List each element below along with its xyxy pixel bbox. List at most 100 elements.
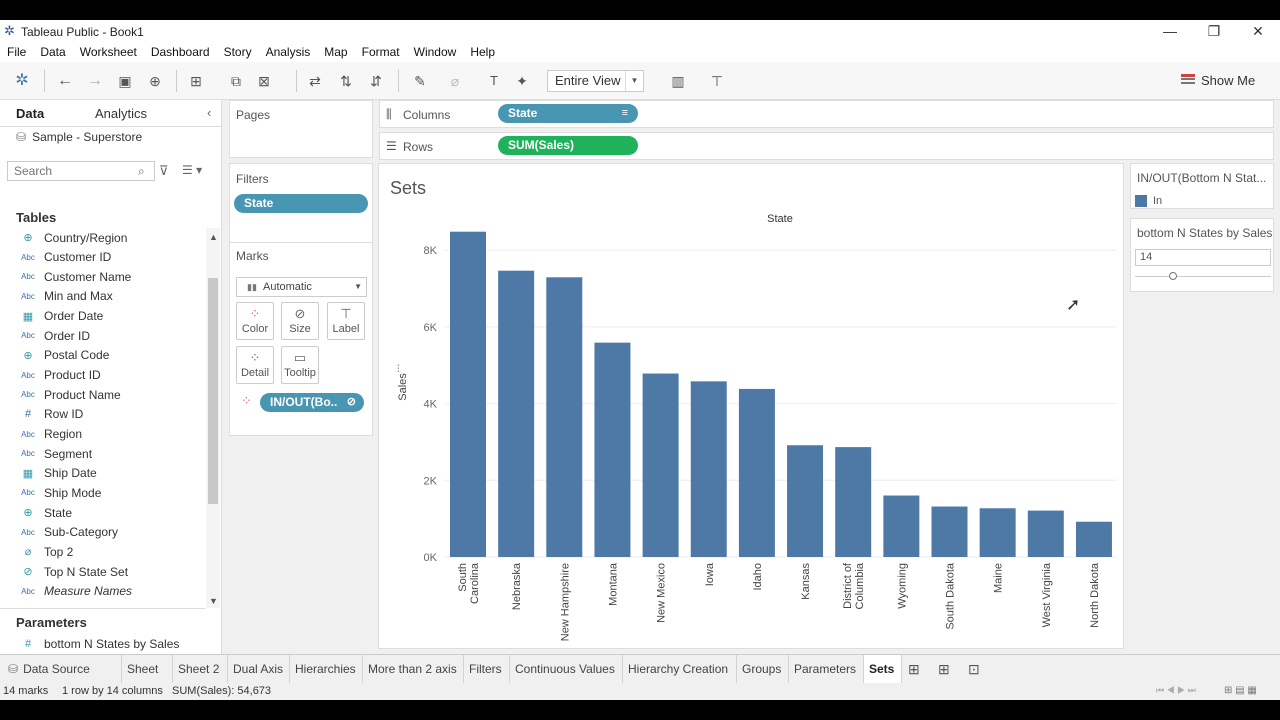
label-button[interactable]: ⊤ Label	[327, 302, 365, 340]
bar[interactable]	[931, 506, 968, 557]
parameter-slider-handle[interactable]	[1169, 272, 1177, 280]
sheet-tab[interactable]: Groups	[737, 655, 789, 684]
show-me-button[interactable]: Show Me	[1181, 70, 1271, 92]
field-item[interactable]: ⊘ Top N State Set	[18, 562, 128, 581]
parameter-slider-track[interactable]	[1135, 276, 1271, 277]
menu-format[interactable]: Format	[362, 45, 400, 59]
sort-descending-icon[interactable]: ⇵	[366, 71, 386, 91]
data-source-item[interactable]: ⛁ Sample - Superstore	[16, 130, 142, 144]
field-item[interactable]: Abc Customer Name	[18, 267, 131, 286]
bar[interactable]	[594, 342, 631, 557]
field-item[interactable]: Abc Sub-Category	[18, 523, 118, 542]
new-data-source-icon[interactable]: ⊕	[145, 71, 165, 91]
tableau-home-icon[interactable]: ✲	[12, 71, 32, 91]
sheet-tab[interactable]: Parameters	[789, 655, 864, 684]
mark-type-dropdown[interactable]: ▮▮ Automatic ▼	[236, 277, 367, 297]
save-icon[interactable]: ▣	[115, 71, 135, 91]
menu-data[interactable]: Data	[40, 45, 65, 59]
field-item[interactable]: ⊕ Postal Code	[18, 346, 109, 365]
fit-view-dropdown[interactable]: Entire View ▼	[547, 70, 644, 92]
field-item[interactable]: Abc Region	[18, 425, 82, 444]
sheet-tab[interactable]: Continuous Values	[510, 655, 623, 684]
bar[interactable]	[979, 508, 1016, 557]
minimize-button[interactable]: —	[1148, 20, 1192, 42]
legend-swatch[interactable]	[1135, 195, 1147, 207]
highlight-icon[interactable]: ✎	[410, 71, 430, 91]
swap-rows-columns-icon[interactable]: ⇄	[305, 71, 325, 91]
pages-shelf[interactable]: Pages	[229, 100, 373, 158]
show-cards-icon[interactable]: ▥	[668, 71, 688, 91]
fix-axes-icon[interactable]: ✦	[512, 71, 532, 91]
new-worksheet-icon[interactable]: ⊞	[186, 71, 206, 91]
new-worksheet-tab-icon[interactable]: ⊞	[908, 661, 920, 678]
size-button[interactable]: ⊘ Size	[281, 302, 319, 340]
undo-icon[interactable]: ←	[55, 71, 75, 91]
restore-button[interactable]: ❐	[1192, 20, 1236, 42]
field-item[interactable]: Abc Product ID	[18, 366, 101, 385]
close-button[interactable]: ✕	[1236, 20, 1280, 42]
field-item[interactable]: ⌀ Top 2	[18, 542, 74, 561]
menu-analysis[interactable]: Analysis	[266, 45, 311, 59]
new-story-tab-icon[interactable]: ⊡	[968, 661, 980, 678]
columns-pill-state[interactable]: State ≡	[498, 104, 638, 123]
detail-button[interactable]: ⁘ Detail	[236, 346, 274, 384]
field-item[interactable]: ▦ Order Date	[18, 307, 104, 326]
field-item[interactable]: Abc Product Name	[18, 385, 121, 404]
collapse-pane-icon[interactable]: ‹	[207, 105, 211, 120]
field-item[interactable]: Abc Segment	[18, 444, 92, 463]
field-item[interactable]: ⊕ Country/Region	[18, 228, 127, 247]
sheet-tab[interactable]: More than 2 axis	[363, 655, 464, 684]
bar[interactable]	[835, 447, 872, 557]
clear-sheet-icon[interactable]: ⊠	[254, 71, 274, 91]
sheet-tab[interactable]: Hierarchies	[290, 655, 363, 684]
menu-window[interactable]: Window	[414, 45, 457, 59]
sheet-tab[interactable]: Sheet 1	[122, 655, 173, 700]
view-list-icon[interactable]: ☰ ▾	[182, 163, 202, 177]
marks-pill-inout[interactable]: IN/OUT(Bo.. ⊘	[260, 393, 364, 412]
search-input[interactable]	[7, 161, 155, 181]
sheet-navigation-icon[interactable]: ⏮ ◀ ▶ ⏭	[1156, 685, 1196, 696]
columns-shelf[interactable]: ⫼ Columns State ≡	[379, 100, 1274, 128]
filter-pill-state[interactable]: State	[234, 194, 368, 213]
color-button[interactable]: ⁘ Color	[236, 302, 274, 340]
duplicate-sheet-icon[interactable]: ⧉	[226, 71, 246, 91]
bar[interactable]	[450, 231, 486, 557]
bar[interactable]	[1027, 510, 1064, 557]
bar[interactable]	[642, 373, 679, 557]
field-item[interactable]: ▦ Ship Date	[18, 464, 97, 483]
bar[interactable]	[498, 270, 535, 557]
group-members-icon[interactable]: ⌀	[445, 71, 465, 91]
tab-analytics[interactable]: Analytics	[95, 106, 147, 121]
legend-item-in[interactable]: In	[1153, 195, 1162, 207]
field-item[interactable]: Abc Ship Mode	[18, 483, 101, 502]
parameter-item[interactable]: # bottom N States by Sales	[18, 634, 179, 653]
rows-pill-sales[interactable]: SUM(Sales)	[498, 136, 638, 155]
rows-shelf[interactable]: ☰ Rows SUM(Sales)	[379, 132, 1274, 160]
tab-data[interactable]: Data	[16, 106, 44, 121]
bar[interactable]	[787, 445, 824, 557]
sheet-tab[interactable]: Dual Axis	[228, 655, 290, 684]
sheet-tab[interactable]: Sheet 2	[173, 655, 228, 684]
bar[interactable]	[690, 381, 727, 557]
show-mark-labels-icon[interactable]: T	[484, 71, 504, 91]
field-item[interactable]: ⊕ State	[18, 503, 72, 522]
sheet-tab[interactable]: Hierarchy Creation	[623, 655, 737, 684]
field-item[interactable]: Abc Order ID	[18, 326, 90, 345]
tooltip-button[interactable]: ▭ Tooltip	[281, 346, 319, 384]
bar[interactable]	[1075, 521, 1112, 557]
field-item[interactable]: Abc Customer ID	[18, 248, 111, 267]
bar[interactable]	[738, 388, 775, 557]
menu-map[interactable]: Map	[324, 45, 347, 59]
menu-worksheet[interactable]: Worksheet	[80, 45, 137, 59]
sort-indicator-icon[interactable]: ⫶	[397, 364, 400, 375]
sheet-tab[interactable]: Sets	[864, 655, 902, 684]
field-item[interactable]: Abc Measure Names	[18, 582, 132, 601]
field-item[interactable]: # Row ID	[18, 405, 83, 424]
menu-dashboard[interactable]: Dashboard	[151, 45, 210, 59]
sheet-tab[interactable]: ⛁ Data Source	[0, 655, 122, 684]
sheet-tab[interactable]: Filters	[464, 655, 510, 684]
scroll-down-icon[interactable]: ▼	[209, 596, 218, 606]
bar[interactable]	[546, 277, 583, 557]
sort-ascending-icon[interactable]: ⇅	[336, 71, 356, 91]
bar[interactable]	[883, 495, 920, 557]
